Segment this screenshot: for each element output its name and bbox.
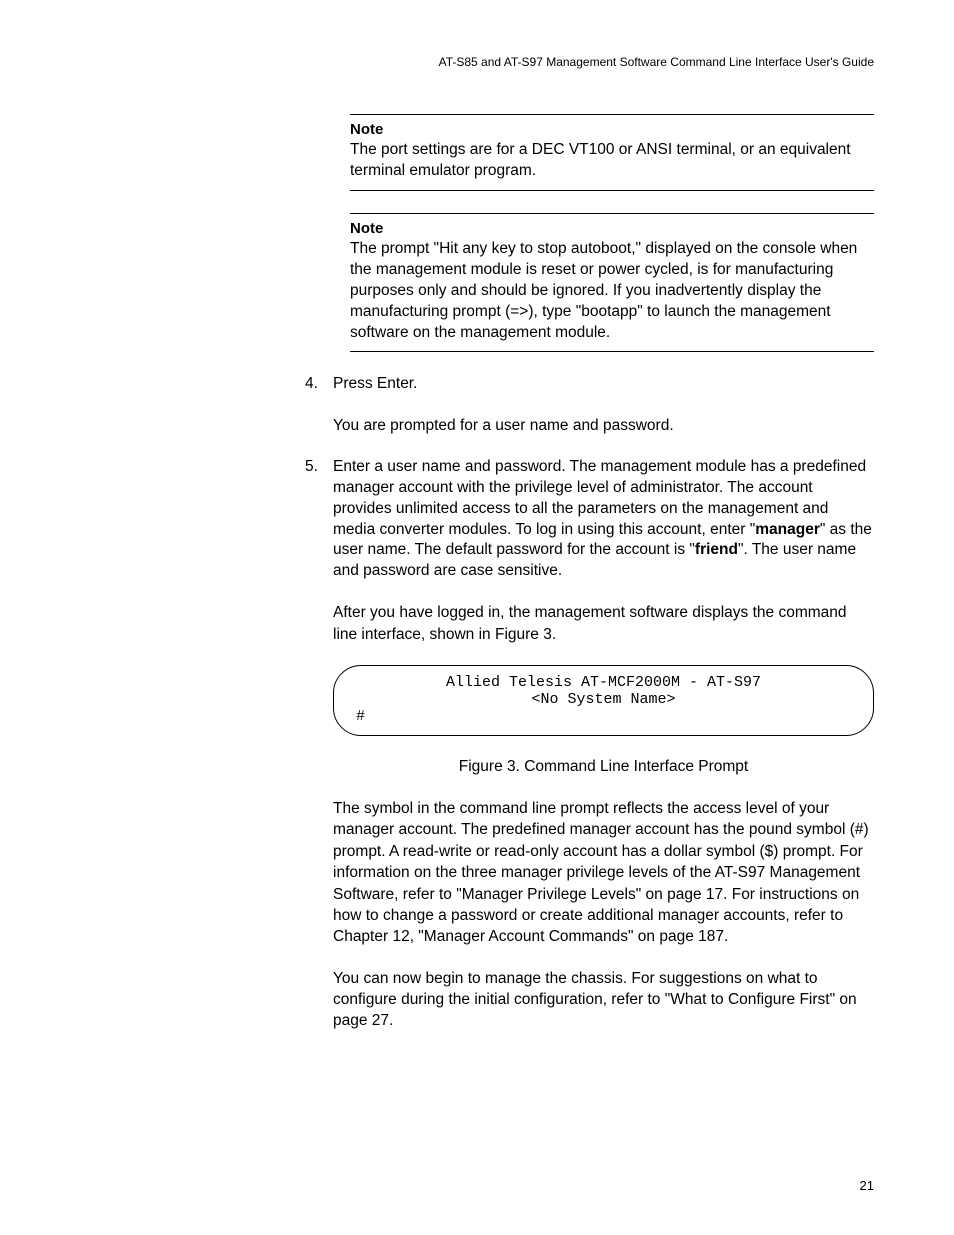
step-text: Press Enter. — [333, 374, 874, 395]
rule-bottom — [350, 351, 874, 352]
rule-top — [350, 114, 874, 115]
note-block-2: Note The prompt "Hit any key to stop aut… — [350, 213, 874, 353]
note-body: The port settings are for a DEC VT100 or… — [350, 140, 874, 182]
step-5: 5. Enter a user name and password. The m… — [305, 457, 874, 583]
page-root: AT-S85 and AT-S97 Management Software Co… — [0, 0, 954, 1032]
note-title: Note — [350, 121, 874, 138]
paragraph-prompt-symbol: The symbol in the command line prompt re… — [333, 798, 874, 948]
step-4-continuation: You are prompted for a user name and pas… — [333, 415, 874, 436]
paragraph-next-steps: You can now begin to manage the chassis.… — [333, 968, 874, 1032]
step-text: Enter a user name and password. The mana… — [333, 457, 874, 583]
step-4: 4. Press Enter. — [305, 374, 874, 395]
note-title: Note — [350, 220, 874, 237]
figure-caption: Figure 3. Command Line Interface Prompt — [333, 758, 874, 776]
terminal-box: Allied Telesis AT-MCF2000M - AT-S97 <No … — [333, 665, 874, 736]
rule-bottom — [350, 190, 874, 191]
bold-friend: friend — [695, 541, 738, 558]
step-5-continuation: After you have logged in, the management… — [333, 602, 874, 645]
rule-top — [350, 213, 874, 214]
terminal-line-1: Allied Telesis AT-MCF2000M - AT-S97 — [356, 674, 851, 691]
step-number: 5. — [305, 457, 333, 583]
bold-manager: manager — [755, 521, 820, 538]
terminal-prompt: # — [356, 708, 851, 725]
note-block-1: Note The port settings are for a DEC VT1… — [350, 114, 874, 191]
running-header: AT-S85 and AT-S97 Management Software Co… — [80, 55, 874, 69]
page-number: 21 — [860, 1178, 874, 1193]
terminal-line-2: <No System Name> — [356, 691, 851, 708]
step-number: 4. — [305, 374, 333, 395]
note-body: The prompt "Hit any key to stop autoboot… — [350, 239, 874, 344]
